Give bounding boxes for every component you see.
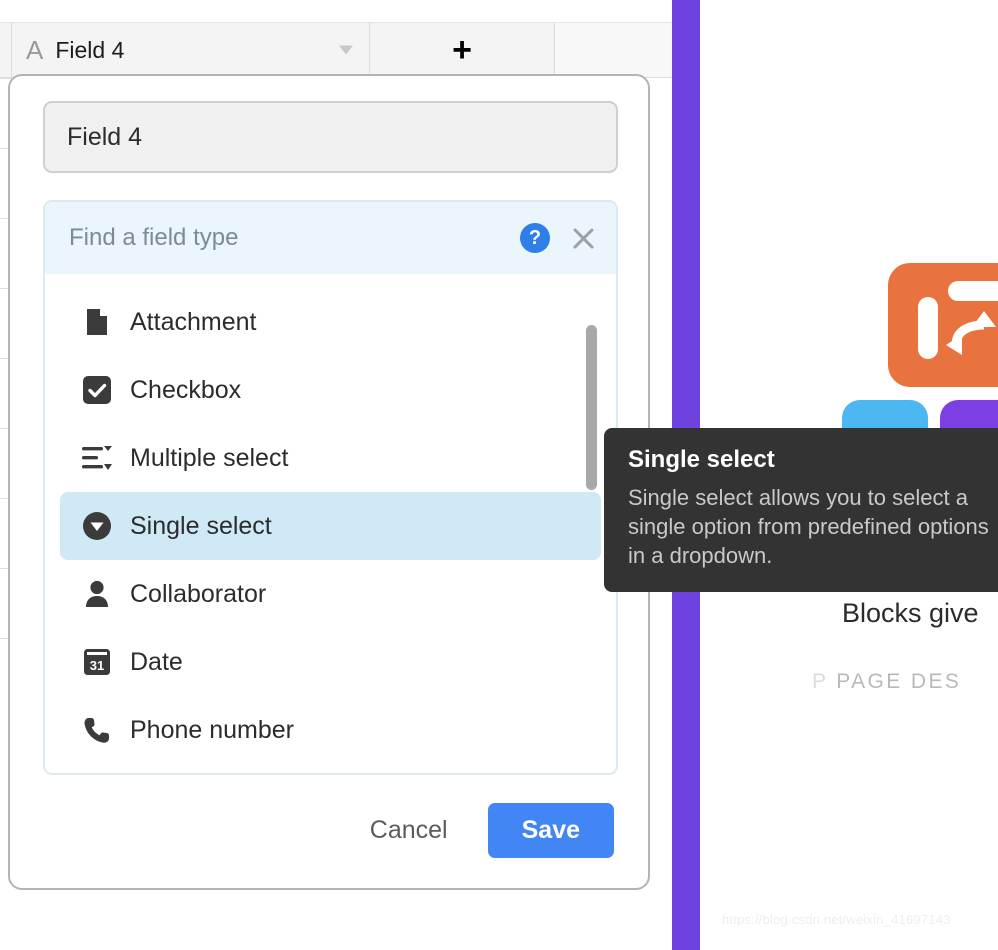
field-type-option-checkbox[interactable]: Checkbox xyxy=(60,356,601,424)
blocks-app-icon xyxy=(888,263,998,387)
field-type-label: Single select xyxy=(130,511,272,540)
field-editor-dialog: Field 4 Find a field type ? Attachment C… xyxy=(8,74,650,890)
field-type-list: Attachment Checkbox Multiple select Sing… xyxy=(45,274,616,773)
svg-text:31: 31 xyxy=(90,658,104,673)
grid-empty-column xyxy=(555,23,672,77)
field-type-label: Multiple select xyxy=(130,443,289,472)
tooltip-body: Single select allows you to select a sin… xyxy=(628,485,989,569)
help-icon[interactable]: ? xyxy=(520,223,550,253)
field-name-input[interactable]: Field 4 xyxy=(43,101,618,173)
field-type-label: Checkbox xyxy=(130,375,242,404)
screen-root: A Field 4 + Blocks give P PAGE DES https… xyxy=(0,0,998,950)
multiple-select-icon xyxy=(80,441,114,475)
plus-icon: + xyxy=(452,31,472,69)
field-type-option-attachment[interactable]: Attachment xyxy=(60,288,601,356)
field-type-label: Attachment xyxy=(130,307,257,336)
kicker-text: PAGE DES xyxy=(836,670,962,693)
cancel-button[interactable]: Cancel xyxy=(356,806,462,855)
field-type-label: Collaborator xyxy=(130,579,267,608)
person-icon xyxy=(80,577,114,611)
checkbox-icon xyxy=(80,373,114,407)
single-select-icon xyxy=(80,509,114,543)
field-type-option-collaborator[interactable]: Collaborator xyxy=(60,560,601,628)
text-field-type-icon: A xyxy=(26,35,44,65)
calendar-icon: 31 xyxy=(80,645,114,679)
grid-column-header-field-4[interactable]: A Field 4 xyxy=(12,23,370,77)
watermark-text: https://blog.csdn.net/weixin_41697143 xyxy=(722,912,951,927)
close-icon[interactable] xyxy=(568,223,598,253)
attachment-file-icon xyxy=(80,305,114,339)
field-type-label: Phone number xyxy=(130,715,295,744)
kicker-dim-text: P xyxy=(812,670,829,693)
tooltip-title: Single select xyxy=(628,446,775,473)
blocks-icon-bar-horizontal xyxy=(948,281,998,301)
field-type-option-date[interactable]: 31 Date xyxy=(60,628,601,696)
chevron-down-icon[interactable] xyxy=(339,45,353,55)
grid-header-row: A Field 4 + xyxy=(0,22,672,78)
field-type-picker: Find a field type ? Attachment Checkbox … xyxy=(43,200,618,775)
swap-arrows-icon xyxy=(946,311,996,355)
phone-icon xyxy=(80,713,114,747)
field-type-option-single-select[interactable]: Single select xyxy=(60,492,601,560)
right-page-heading: Blocks give xyxy=(842,598,979,628)
field-type-option-multiple-select[interactable]: Multiple select xyxy=(60,424,601,492)
field-type-option-phone-number[interactable]: Phone number xyxy=(60,696,601,764)
grid-row-number-column xyxy=(0,23,12,77)
field-type-label: Date xyxy=(130,647,183,676)
field-type-search-row: Find a field type ? xyxy=(45,202,616,274)
add-column-button[interactable]: + xyxy=(370,23,555,77)
field-type-tooltip: Single select Single select allows you t… xyxy=(604,428,998,593)
field-type-search-input[interactable]: Find a field type xyxy=(69,224,520,252)
right-page-kicker: P PAGE DES xyxy=(812,670,961,694)
field-name-value: Field 4 xyxy=(67,122,143,151)
field-type-list-scrollbar[interactable] xyxy=(586,325,597,490)
blocks-icon-bar-vertical xyxy=(918,297,938,359)
grid-column-title: Field 4 xyxy=(55,36,125,63)
save-button[interactable]: Save xyxy=(487,802,614,858)
dialog-footer: Cancel Save xyxy=(10,792,648,868)
